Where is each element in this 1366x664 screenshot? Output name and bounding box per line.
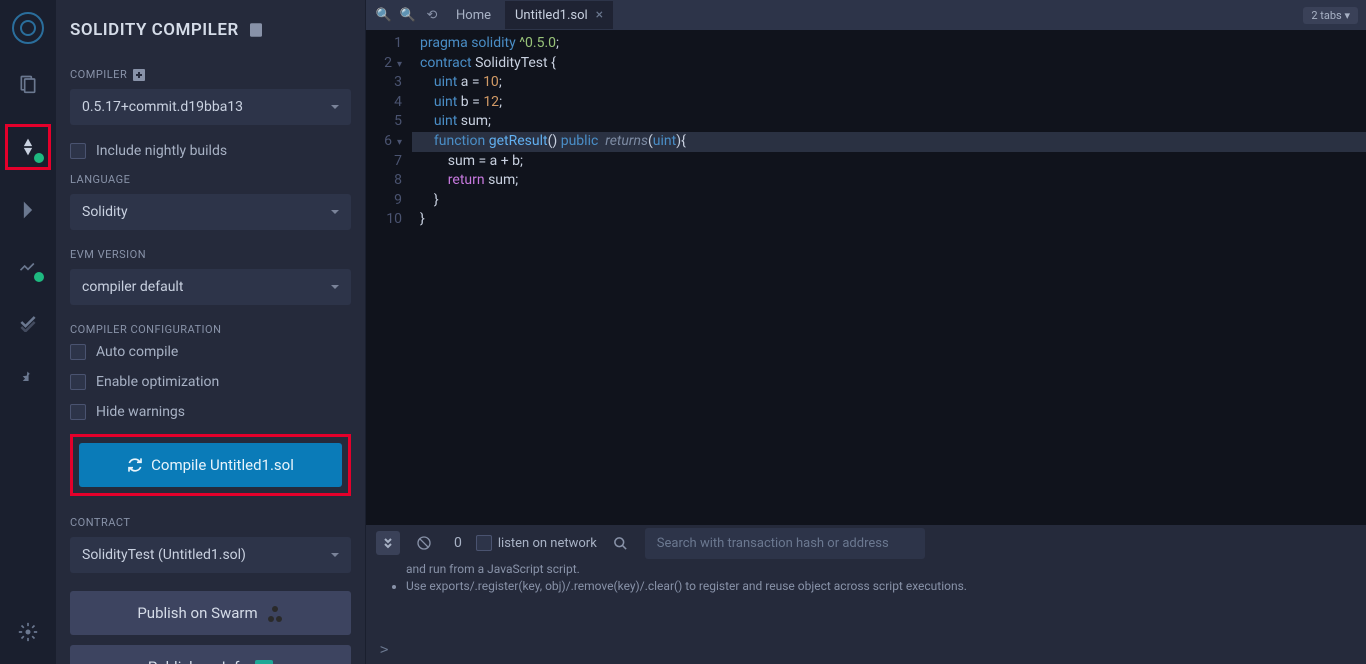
publish-ipfs-button[interactable]: Publish on Ipfs IPFS — [70, 645, 351, 664]
success-badge-icon — [32, 270, 46, 284]
checkbox-icon — [70, 374, 86, 390]
refresh-icon — [127, 457, 143, 473]
analysis-icon[interactable] — [12, 250, 44, 282]
language-label: LANGUAGE — [70, 173, 351, 186]
success-badge-icon — [32, 151, 46, 165]
close-icon[interactable]: × — [596, 7, 603, 23]
enable-optimization-checkbox[interactable]: Enable optimization — [70, 374, 351, 390]
ipfs-icon: IPFS — [255, 660, 273, 664]
settings-icon[interactable] — [12, 616, 44, 648]
tabs-count-dropdown[interactable]: 2 tabs ▾ — [1303, 7, 1358, 24]
zoom-in-icon[interactable]: 🔍 — [398, 5, 418, 25]
terminal-panel: 0 listen on network and run from a JavaS… — [366, 524, 1366, 664]
editor-toolbar: 🔍 🔍 ⟲ Home Untitled1.sol × 2 tabs ▾ — [366, 0, 1366, 30]
code-editor[interactable]: 12▾3456▾78910 pragma solidity ^0.5.0; co… — [366, 30, 1366, 524]
compiler-config-label: COMPILER CONFIGURATION — [70, 323, 351, 336]
contract-select[interactable]: SolidityTest (Untitled1.sol) — [70, 537, 351, 573]
pending-tx-count: 0 — [454, 535, 462, 551]
file-tab[interactable]: Untitled1.sol × — [505, 1, 613, 29]
compiler-tab-highlight — [5, 124, 51, 170]
ban-icon[interactable] — [414, 533, 434, 553]
plugin-manager-icon[interactable] — [12, 362, 44, 394]
docs-icon[interactable] — [247, 21, 265, 39]
terminal-line: Use exports/.register(key, obj)/.remove(… — [406, 579, 967, 593]
add-icon[interactable] — [133, 69, 145, 81]
listen-network-checkbox[interactable]: listen on network — [476, 535, 597, 551]
evm-version-select[interactable]: compiler default — [70, 269, 351, 305]
language-select[interactable]: Solidity — [70, 194, 351, 230]
checkbox-icon — [476, 535, 492, 551]
search-icon[interactable] — [611, 533, 631, 553]
compile-button[interactable]: Compile Untitled1.sol — [79, 443, 342, 487]
terminal-bar: 0 listen on network — [366, 525, 1366, 561]
solidity-compiler-icon[interactable] — [12, 131, 44, 163]
home-tab[interactable]: Home — [446, 4, 501, 27]
remix-logo-icon[interactable] — [12, 12, 44, 44]
checkbox-icon — [70, 404, 86, 420]
compiler-version-select[interactable]: 0.5.17+commit.d19bba13 — [70, 89, 351, 125]
sync-icon[interactable]: ⟲ — [422, 5, 442, 25]
checkbox-icon — [70, 344, 86, 360]
line-gutter: 12▾3456▾78910 — [366, 30, 412, 524]
file-explorer-icon[interactable] — [12, 68, 44, 100]
checkbox-icon — [70, 143, 86, 159]
deploy-run-icon[interactable] — [12, 194, 44, 226]
auto-compile-checkbox[interactable]: Auto compile — [70, 344, 351, 360]
zoom-out-icon[interactable]: 🔍 — [374, 5, 394, 25]
terminal-output[interactable]: and run from a JavaScript script. Use ex… — [366, 561, 1366, 636]
evm-version-label: EVM VERSION — [70, 248, 351, 261]
panel-title: SOLIDITY COMPILER — [70, 20, 351, 40]
unit-test-icon[interactable] — [12, 306, 44, 338]
main-area: 🔍 🔍 ⟲ Home Untitled1.sol × 2 tabs ▾ 12▾3… — [366, 0, 1366, 664]
swarm-icon — [266, 604, 284, 622]
icon-sidebar — [0, 0, 56, 664]
compiler-panel: SOLIDITY COMPILER COMPILER 0.5.17+commit… — [56, 0, 366, 664]
terminal-toggle-icon[interactable] — [376, 531, 400, 555]
compiler-version-label: COMPILER — [70, 68, 351, 81]
contract-label: CONTRACT — [70, 516, 351, 529]
terminal-line: and run from a JavaScript script. — [406, 562, 580, 576]
terminal-search-input[interactable] — [645, 528, 925, 559]
compile-button-highlight: Compile Untitled1.sol — [70, 434, 351, 496]
terminal-prompt[interactable]: > — [366, 636, 1366, 664]
nightly-builds-checkbox[interactable]: Include nightly builds — [70, 143, 351, 159]
hide-warnings-checkbox[interactable]: Hide warnings — [70, 404, 351, 420]
publish-swarm-button[interactable]: Publish on Swarm — [70, 591, 351, 635]
code-body[interactable]: pragma solidity ^0.5.0; contract Solidit… — [412, 30, 1366, 524]
